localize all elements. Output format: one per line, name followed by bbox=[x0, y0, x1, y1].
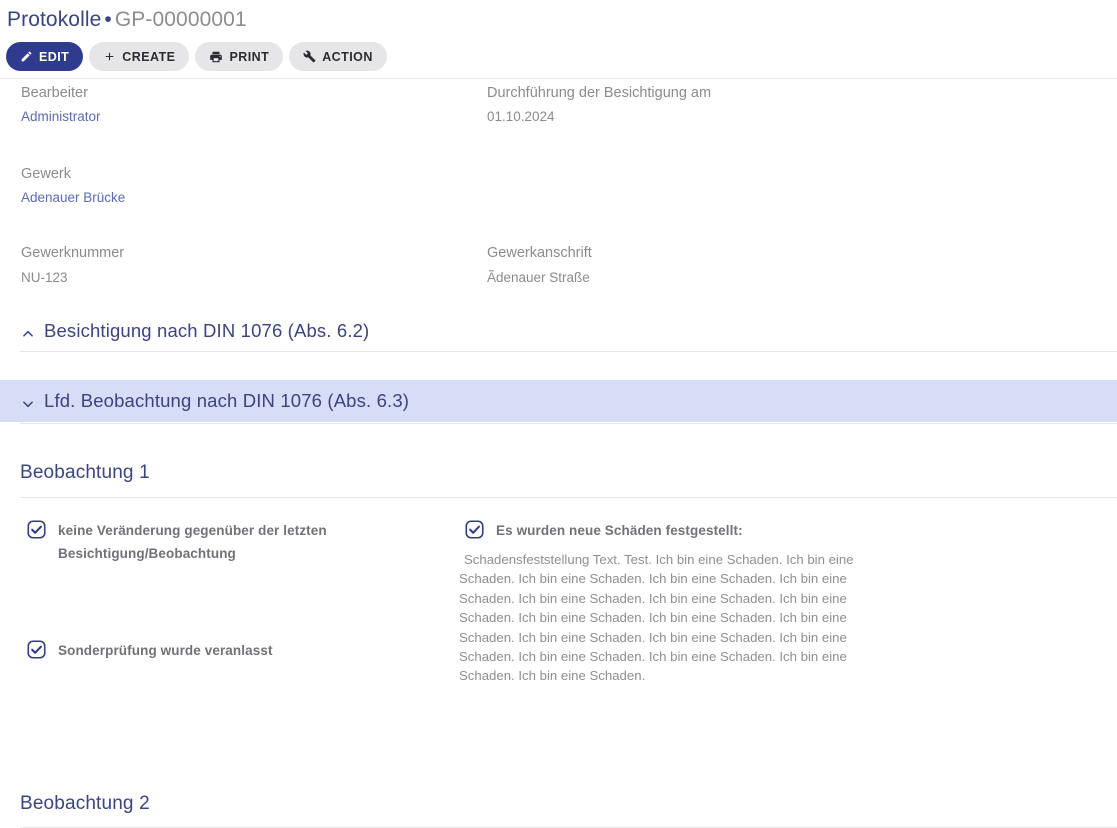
checkbox-neue-schaeden[interactable]: Es wurden neue Schäden festgestellt: bbox=[465, 519, 885, 542]
accordion-besichtigung-divider bbox=[20, 351, 1117, 352]
checkbox-checked-icon[interactable] bbox=[27, 640, 46, 659]
observation-1-title: Beobachtung 1 bbox=[20, 462, 150, 483]
create-button[interactable]: CREATE bbox=[89, 42, 190, 71]
plus-icon bbox=[103, 50, 116, 63]
accordion-lfd-beobachtung[interactable]: Lfd. Beobachtung nach DIN 1076 (Abs. 6.3… bbox=[0, 380, 1117, 422]
printer-icon bbox=[209, 50, 223, 64]
accordion-lfd-beobachtung-header[interactable]: Lfd. Beobachtung nach DIN 1076 (Abs. 6.3… bbox=[0, 380, 1117, 422]
field-value-bearbeiter[interactable]: Administrator bbox=[21, 109, 101, 124]
field-value-gewerknummer: NU-123 bbox=[21, 270, 68, 285]
accordion-lfd-beobachtung-divider bbox=[20, 423, 1117, 424]
checkbox-sonderpruefung-label: Sonderprüfung wurde veranlasst bbox=[58, 643, 273, 658]
chevron-down-icon bbox=[21, 394, 35, 408]
wrench-icon bbox=[303, 50, 316, 63]
checkbox-checked-icon[interactable] bbox=[465, 520, 484, 539]
observation-1-divider bbox=[20, 497, 1117, 498]
field-label-bearbeiter: Bearbeiter bbox=[21, 85, 88, 101]
field-value-durchfuehrung-besichtigung: 01.10.2024 bbox=[487, 109, 555, 124]
checkbox-neue-schaeden-label: Es wurden neue Schäden festgestellt: bbox=[496, 523, 743, 538]
accordion-besichtigung-header[interactable]: Besichtigung nach DIN 1076 (Abs. 6.2) bbox=[0, 313, 1117, 349]
field-label-gewerknummer: Gewerknummer bbox=[21, 245, 125, 261]
field-value-gewerk[interactable]: Adenauer Brücke bbox=[21, 190, 125, 205]
print-button-label: PRINT bbox=[229, 49, 270, 64]
action-button[interactable]: ACTION bbox=[289, 42, 387, 71]
edit-button-label: EDIT bbox=[39, 49, 70, 64]
field-label-gewerkanschrift: Gewerkanschrift bbox=[487, 245, 592, 261]
observation-2-title: Beobachtung 2 bbox=[20, 793, 150, 814]
checkbox-sonderpruefung[interactable]: Sonderprüfung wurde veranlasst bbox=[27, 639, 427, 662]
field-value-gewerkanschrift: Ãdenauer Straße bbox=[487, 270, 590, 285]
field-label-durchfuehrung-besichtigung: Durchführung der Besichtigung am bbox=[487, 85, 712, 101]
record-detail-page: Protokolle • GP-00000001 EDIT CREATE PRI… bbox=[0, 0, 1117, 828]
damage-description-text: Schadensfeststellung Text. Test. Ich bin… bbox=[459, 552, 854, 684]
page-title-main: Protokolle bbox=[7, 8, 102, 31]
print-button[interactable]: PRINT bbox=[195, 42, 284, 71]
checkbox-checked-icon[interactable] bbox=[27, 520, 46, 539]
toolbar: EDIT CREATE PRINT ACTION bbox=[6, 42, 387, 71]
toolbar-divider bbox=[0, 78, 1117, 79]
accordion-lfd-beobachtung-label: Lfd. Beobachtung nach DIN 1076 (Abs. 6.3… bbox=[44, 390, 410, 411]
chevron-up-icon bbox=[21, 324, 35, 338]
page-title: Protokolle • GP-00000001 bbox=[7, 8, 247, 32]
accordion-besichtigung-label: Besichtigung nach DIN 1076 (Abs. 6.2) bbox=[44, 320, 370, 341]
accordion-besichtigung[interactable]: Besichtigung nach DIN 1076 (Abs. 6.2) bbox=[0, 313, 1117, 349]
page-title-record-id: GP-00000001 bbox=[114, 8, 247, 31]
pencil-icon bbox=[20, 50, 33, 63]
field-label-gewerk: Gewerk bbox=[21, 166, 71, 182]
checkbox-keine-veraenderung[interactable]: keine Veränderung gegenüber der letzten … bbox=[27, 519, 427, 565]
create-button-label: CREATE bbox=[122, 49, 176, 64]
action-button-label: ACTION bbox=[322, 49, 373, 64]
checkbox-keine-veraenderung-label: keine Veränderung gegenüber der letzten … bbox=[58, 523, 327, 561]
edit-button[interactable]: EDIT bbox=[6, 42, 84, 71]
page-title-separator: • bbox=[104, 8, 112, 31]
